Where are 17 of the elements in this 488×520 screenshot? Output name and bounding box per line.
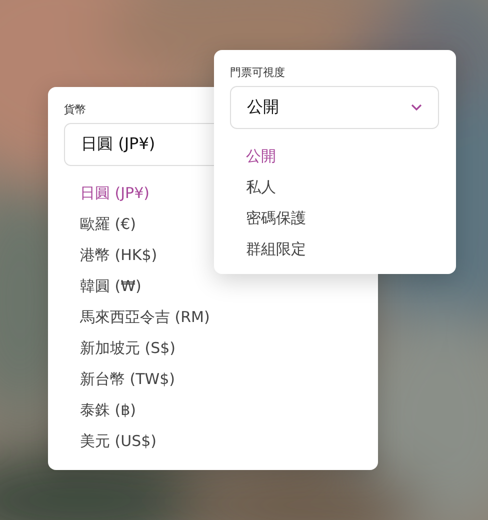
dropdown-option[interactable]: 私人 bbox=[246, 172, 276, 203]
dropdown-option[interactable]: 新台幣 (TW$) bbox=[80, 364, 176, 395]
field-label: 門票可視度 bbox=[230, 66, 285, 80]
dropdown-option[interactable]: 美元 (US$) bbox=[80, 426, 157, 457]
dropdown-option[interactable]: 日圓 (JP¥) bbox=[80, 178, 150, 209]
dropdown-option[interactable]: 密碼保護 bbox=[246, 203, 306, 234]
field-label: 貨幣 bbox=[64, 103, 86, 117]
dropdown-option[interactable]: 港幣 (HK$) bbox=[80, 240, 158, 271]
select-field[interactable]: 公開 bbox=[230, 86, 439, 129]
chevron-down-icon bbox=[411, 104, 422, 111]
dropdown-option[interactable]: 馬來西亞令吉 (RM) bbox=[80, 302, 210, 333]
dropdown-option[interactable]: 泰銖 (฿) bbox=[80, 395, 136, 426]
dropdown-option[interactable]: 歐羅 (€) bbox=[80, 209, 136, 240]
dropdown-option[interactable]: 公開 bbox=[246, 141, 276, 172]
dropdown-option[interactable]: 群組限定 bbox=[246, 234, 306, 265]
dropdown-option[interactable]: 韓圓 (₩) bbox=[80, 271, 142, 302]
dropdown-option[interactable]: 新加坡元 (S$) bbox=[80, 333, 176, 364]
